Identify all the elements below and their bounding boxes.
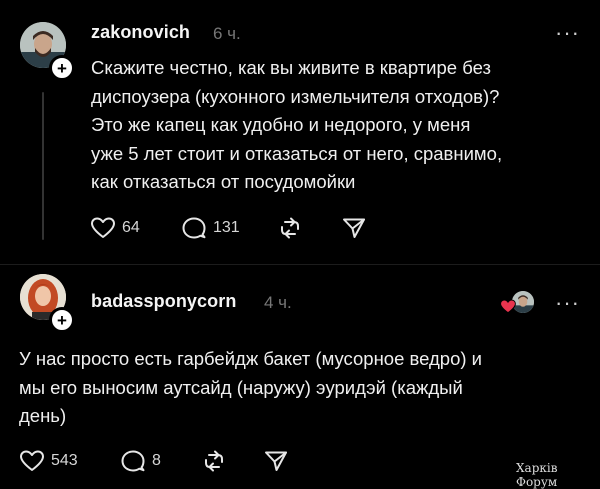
- heart-icon: [500, 299, 516, 314]
- repost-icon: [281, 217, 299, 239]
- comment-icon: [182, 217, 206, 239]
- post-text-line: Скажите честно, как вы живите в квартире…: [91, 57, 491, 78]
- share-icon: [265, 451, 287, 471]
- repost-button[interactable]: [277, 216, 303, 240]
- share-icon: [343, 218, 365, 238]
- reply-text-line: У нас просто есть гарбейдж бакет (мусорн…: [19, 348, 483, 369]
- more-icon[interactable]: ···: [555, 292, 580, 314]
- comment-button[interactable]: 8: [120, 449, 161, 473]
- post-text-line: Это же капец как удобно и недорого, у ме…: [91, 114, 471, 136]
- reply-text-line: мы его выносим аутсайд (наружу) эуридэй …: [19, 376, 463, 398]
- reply-post: + badassponycorn 4 ч. ··· У нас просто е…: [0, 265, 600, 489]
- repost-icon: [205, 450, 223, 472]
- like-button[interactable]: 543: [19, 449, 78, 473]
- share-button[interactable]: [341, 216, 367, 240]
- follow-plus-icon[interactable]: +: [49, 307, 75, 333]
- comment-icon: [121, 450, 145, 472]
- reply-count: 8: [152, 452, 161, 469]
- post: + zakonovich 6 ч. ··· Скажите честно, ка…: [0, 0, 600, 260]
- reply-text: У нас просто есть гарбейдж бакет (мусорн…: [19, 345, 589, 431]
- reply-count: 131: [213, 219, 240, 236]
- repost-button[interactable]: [201, 449, 227, 473]
- heart-icon: [20, 450, 44, 471]
- post-timestamp: 6 ч.: [213, 24, 241, 43]
- more-icon[interactable]: ···: [555, 22, 580, 44]
- share-button[interactable]: [263, 449, 289, 473]
- like-count: 64: [122, 219, 140, 236]
- follow-plus-icon[interactable]: +: [49, 55, 75, 81]
- comment-button[interactable]: 131: [181, 216, 240, 240]
- reply-text-line: день): [19, 405, 67, 427]
- reply-timestamp: 4 ч.: [264, 293, 292, 312]
- post-text-line: как отказаться от посудомойки: [91, 171, 356, 193]
- post-text-line: диспоузера (кухонного измельчителя отход…: [91, 85, 500, 107]
- like-count: 543: [51, 452, 78, 469]
- post-username[interactable]: zakonovich: [91, 22, 190, 43]
- post-text: Скажите честно, как вы живите в квартире…: [91, 54, 591, 197]
- like-button[interactable]: 64: [90, 216, 140, 240]
- liked-by-author-badge: [500, 291, 536, 317]
- thread-line: [42, 92, 44, 240]
- watermark: Харків Форум: [516, 461, 558, 489]
- heart-icon: [91, 217, 115, 238]
- reply-username[interactable]: badassponycorn: [91, 291, 236, 312]
- post-text-line: уже 5 лет стоит и отказаться от него, ср…: [91, 142, 503, 164]
